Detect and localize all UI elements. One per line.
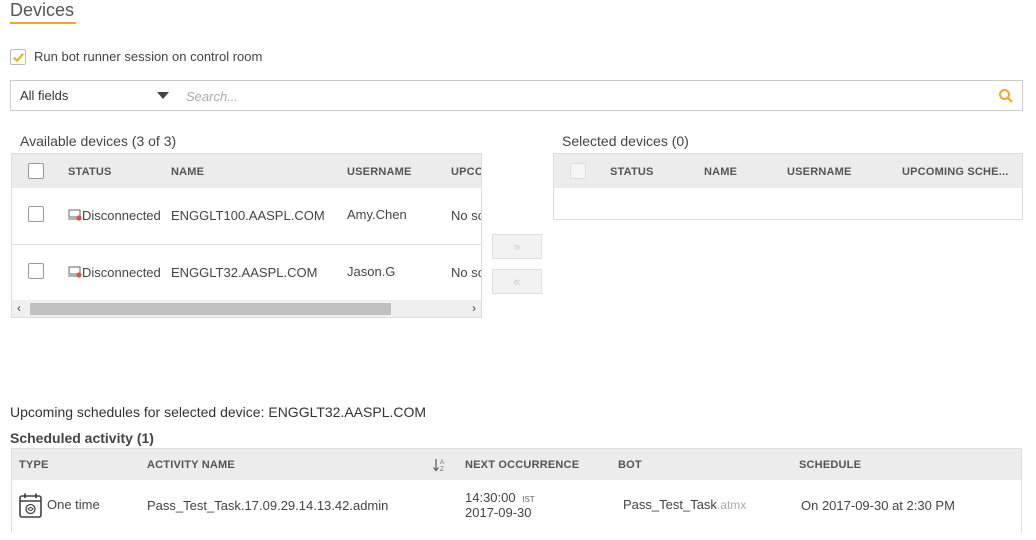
svg-text:Z: Z <box>440 467 444 472</box>
sort-az-icon[interactable]: A Z <box>433 458 446 472</box>
add-selected-button[interactable]: » <box>492 234 542 259</box>
table-header: TYPE ACTIVITY NAME A Z NEXT OCCURRENCE B… <box>12 449 1021 480</box>
run-session-label: Run bot runner session on control room <box>34 49 263 64</box>
available-devices-title: Available devices (3 of 3) <box>20 133 177 149</box>
bot-name: Pass_Test_Task <box>623 497 717 512</box>
upcoming-schedules-label: Upcoming schedules for selected device: … <box>10 404 427 420</box>
search-input[interactable] <box>186 86 966 106</box>
row-username: Jason.G <box>347 264 396 279</box>
title-underline <box>10 22 76 24</box>
scroll-right-icon[interactable]: › <box>472 301 476 315</box>
col-bot[interactable]: BOT <box>618 459 642 471</box>
col-name[interactable]: NAME <box>704 166 737 178</box>
table-header: STATUS NAME USERNAME UPCO <box>12 154 481 188</box>
col-upcoming[interactable]: UPCOMING SCHE... <box>902 166 1009 178</box>
table-row[interactable]: Disconnected ENGGLT100.AASPL.COM Amy.Che… <box>12 188 481 245</box>
row-status: Disconnected <box>82 208 161 223</box>
remove-selected-button[interactable]: « <box>492 269 542 294</box>
row-type: One time <box>47 497 100 512</box>
select-all-checkbox[interactable] <box>28 163 44 179</box>
row-next-date: 2017-09-30 <box>465 505 532 520</box>
scrollbar-thumb[interactable] <box>30 303 391 315</box>
selected-devices-title: Selected devices (0) <box>562 133 689 149</box>
page-title: Devices <box>10 0 75 20</box>
row-next-time: 14:30:00 IST <box>465 490 535 505</box>
table-row[interactable]: One time Pass_Test_Task.17.09.29.14.13.4… <box>12 480 1021 533</box>
select-all-checkbox <box>570 163 586 179</box>
col-name[interactable]: NAME <box>171 166 204 178</box>
row-name: ENGGLT32.AASPL.COM <box>171 265 318 280</box>
row-activity-name: Pass_Test_Task.17.09.29.14.13.42.admin <box>147 498 389 513</box>
row-upcoming: No sc <box>451 265 482 280</box>
field-select[interactable]: All fields <box>20 88 68 103</box>
col-status[interactable]: STATUS <box>68 166 112 178</box>
row-username: Amy.Chen <box>347 207 407 222</box>
caret-down-icon[interactable] <box>157 92 169 99</box>
col-username[interactable]: USERNAME <box>347 166 412 178</box>
col-next-occurrence[interactable]: NEXT OCCURRENCE <box>465 459 579 471</box>
bot-extension: .atmx <box>716 498 747 512</box>
search-icon[interactable] <box>998 88 1014 104</box>
checkmark-icon <box>12 52 24 62</box>
calendar-icon <box>19 493 42 518</box>
run-session-checkbox[interactable] <box>10 49 26 65</box>
row-schedule: On 2017-09-30 at 2:30 PM <box>801 498 955 513</box>
scroll-left-icon[interactable]: ‹ <box>17 301 21 315</box>
row-checkbox[interactable] <box>28 263 44 279</box>
row-name: ENGGLT100.AASPL.COM <box>171 208 325 223</box>
available-devices-table: STATUS NAME USERNAME UPCO Disconnected E… <box>11 153 482 318</box>
row-bot[interactable]: Pass_Test_Task.atmx <box>623 497 746 512</box>
col-type[interactable]: TYPE <box>19 459 49 471</box>
col-status[interactable]: STATUS <box>610 166 654 178</box>
disconnected-icon <box>68 209 82 221</box>
row-checkbox[interactable] <box>28 206 44 222</box>
horizontal-scrollbar[interactable]: ‹ › <box>12 300 481 317</box>
table-row[interactable]: Disconnected ENGGLT32.AASPL.COM Jason.G … <box>12 245 481 301</box>
col-upcoming[interactable]: UPCO <box>451 166 481 178</box>
row-upcoming: No sc <box>451 208 482 223</box>
scheduled-activity-title: Scheduled activity (1) <box>10 430 154 446</box>
scheduled-activity-table: TYPE ACTIVITY NAME A Z NEXT OCCURRENCE B… <box>11 448 1022 533</box>
table-header: STATUS NAME USERNAME UPCOMING SCHE... <box>554 154 1022 188</box>
selected-devices-table: STATUS NAME USERNAME UPCOMING SCHE... <box>553 153 1023 220</box>
col-schedule[interactable]: SCHEDULE <box>799 459 861 471</box>
next-time: 14:30:00 <box>465 490 516 505</box>
col-activity-name[interactable]: ACTIVITY NAME <box>147 459 235 471</box>
svg-text:A: A <box>440 460 444 466</box>
next-timezone: IST <box>522 495 535 504</box>
disconnected-icon <box>68 266 82 278</box>
col-username[interactable]: USERNAME <box>787 166 852 178</box>
row-status: Disconnected <box>82 265 161 280</box>
